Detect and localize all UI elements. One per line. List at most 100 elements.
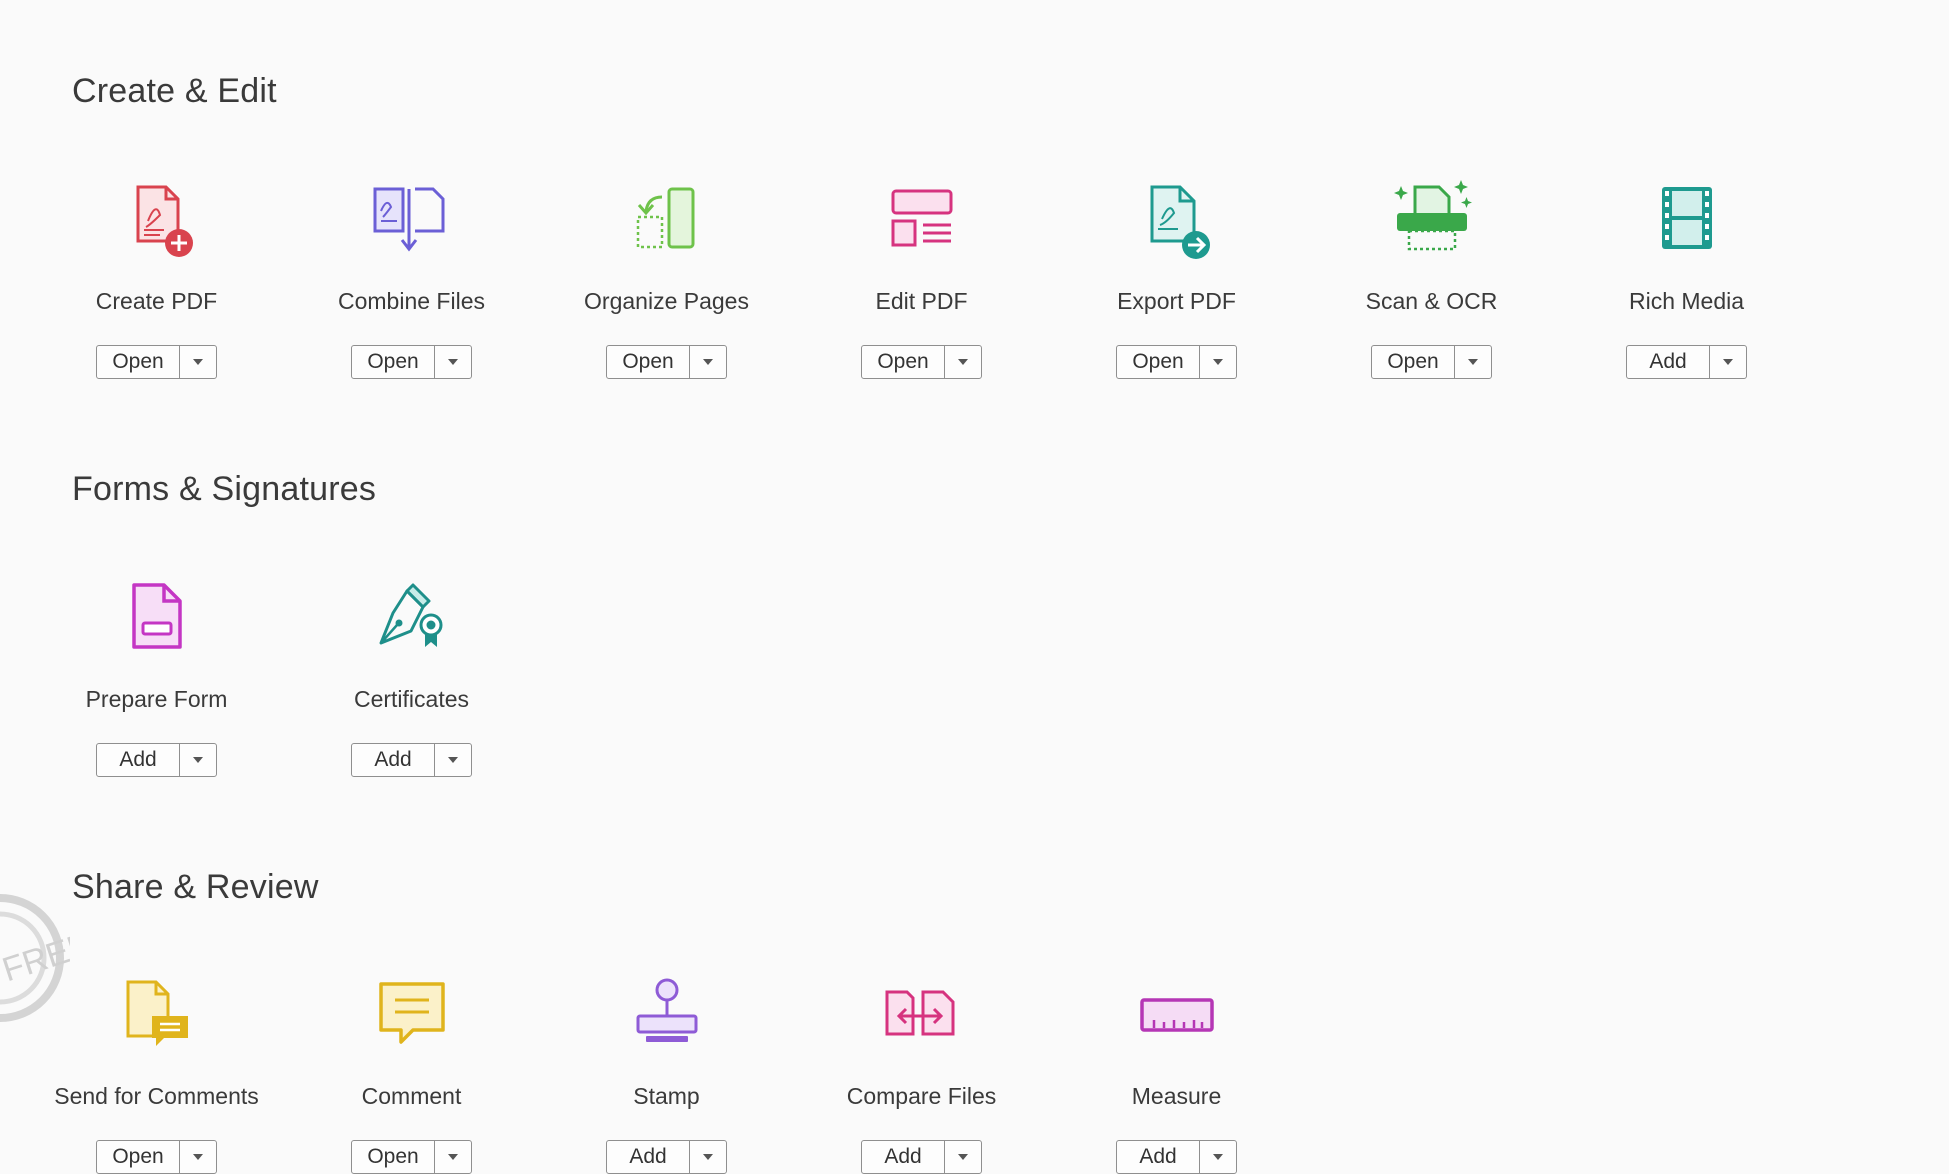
rich-media-icon[interactable] — [1642, 175, 1732, 265]
combine-files-open-button[interactable]: Open — [351, 345, 472, 379]
send-for-comments-open-button[interactable]: Open — [96, 1140, 217, 1174]
edit-pdf-dropdown-button[interactable] — [945, 346, 981, 378]
prepare-form-icon[interactable] — [112, 573, 202, 663]
comment-dropdown-button[interactable] — [435, 1141, 471, 1173]
stamp-add-label[interactable]: Add — [607, 1141, 690, 1173]
section-title-create-edit: Create & Edit — [72, 72, 277, 110]
comment-icon[interactable] — [367, 970, 457, 1060]
prepare-form-add-label[interactable]: Add — [97, 744, 180, 776]
chevron-down-icon — [1723, 359, 1733, 365]
tool-label-prepare-form: Prepare Form — [85, 686, 228, 712]
chevron-down-icon — [448, 359, 458, 365]
certificates-icon[interactable] — [367, 573, 457, 663]
tool-certificates[interactable]: Certificates Add — [284, 573, 539, 777]
measure-add-label[interactable]: Add — [1117, 1141, 1200, 1173]
create-pdf-open-button[interactable]: Open — [96, 345, 217, 379]
export-pdf-open-label[interactable]: Open — [1117, 346, 1200, 378]
tool-compare-files[interactable]: Compare Files Add — [794, 970, 1049, 1174]
prepare-form-add-button[interactable]: Add — [96, 743, 217, 777]
combine-files-icon[interactable] — [367, 175, 457, 265]
chevron-down-icon — [193, 1154, 203, 1160]
chevron-down-icon — [703, 359, 713, 365]
prepare-form-dropdown-button[interactable] — [180, 744, 216, 776]
watermark-stamp: FREE — [0, 894, 70, 1022]
scan-ocr-open-button[interactable]: Open — [1371, 345, 1492, 379]
tool-export-pdf[interactable]: Export PDF Open — [1049, 175, 1304, 379]
compare-files-icon[interactable] — [877, 970, 967, 1060]
tool-label-organize-pages: Organize Pages — [584, 288, 749, 314]
tool-label-stamp: Stamp — [633, 1083, 700, 1109]
tool-label-edit-pdf: Edit PDF — [875, 288, 968, 314]
stamp-icon[interactable] — [622, 970, 712, 1060]
create-pdf-open-label[interactable]: Open — [97, 346, 180, 378]
organize-pages-open-button[interactable]: Open — [606, 345, 727, 379]
measure-dropdown-button[interactable] — [1200, 1141, 1236, 1173]
scan-ocr-dropdown-button[interactable] — [1455, 346, 1491, 378]
scan-ocr-open-label[interactable]: Open — [1372, 346, 1455, 378]
tool-comment[interactable]: Comment Open — [284, 970, 539, 1174]
tool-measure[interactable]: Measure Add — [1049, 970, 1304, 1174]
chevron-down-icon — [448, 1154, 458, 1160]
edit-pdf-open-button[interactable]: Open — [861, 345, 982, 379]
certificates-add-label[interactable]: Add — [352, 744, 435, 776]
send-for-comments-open-label[interactable]: Open — [97, 1141, 180, 1173]
tool-label-rich-media: Rich Media — [1628, 288, 1745, 314]
section-title-forms-signatures: Forms & Signatures — [72, 470, 377, 508]
create-pdf-dropdown-button[interactable] — [180, 346, 216, 378]
combine-files-open-label[interactable]: Open — [352, 346, 435, 378]
chevron-down-icon — [958, 359, 968, 365]
stamp-add-button[interactable]: Add — [606, 1140, 727, 1174]
chevron-down-icon — [1213, 1154, 1223, 1160]
create-pdf-icon[interactable] — [112, 175, 202, 265]
rich-media-add-label[interactable]: Add — [1627, 346, 1710, 378]
tool-label-measure: Measure — [1131, 1083, 1222, 1109]
section-title-share-review: Share & Review — [72, 868, 319, 906]
chevron-down-icon — [1213, 359, 1223, 365]
organize-pages-open-label[interactable]: Open — [607, 346, 690, 378]
edit-pdf-open-label[interactable]: Open — [862, 346, 945, 378]
rich-media-dropdown-button[interactable] — [1710, 346, 1746, 378]
combine-files-dropdown-button[interactable] — [435, 346, 471, 378]
chevron-down-icon — [448, 757, 458, 763]
chevron-down-icon — [193, 359, 203, 365]
comment-open-label[interactable]: Open — [352, 1141, 435, 1173]
tool-prepare-form[interactable]: Prepare Form Add — [29, 573, 284, 777]
tool-combine-files[interactable]: Combine Files Open — [284, 175, 539, 379]
export-pdf-dropdown-button[interactable] — [1200, 346, 1236, 378]
stamp-dropdown-button[interactable] — [690, 1141, 726, 1173]
send-for-comments-icon[interactable] — [112, 970, 202, 1060]
compare-files-dropdown-button[interactable] — [945, 1141, 981, 1173]
tool-label-certificates: Certificates — [353, 686, 470, 712]
edit-pdf-icon[interactable] — [877, 175, 967, 265]
compare-files-add-button[interactable]: Add — [861, 1140, 982, 1174]
organize-pages-dropdown-button[interactable] — [690, 346, 726, 378]
chevron-down-icon — [1468, 359, 1478, 365]
chevron-down-icon — [958, 1154, 968, 1160]
compare-files-add-label[interactable]: Add — [862, 1141, 945, 1173]
tool-label-scan-ocr: Scan & OCR — [1365, 288, 1498, 314]
tool-create-pdf[interactable]: Create PDF Open — [29, 175, 284, 379]
tool-rich-media[interactable]: Rich Media Add — [1559, 175, 1814, 379]
rich-media-add-button[interactable]: Add — [1626, 345, 1747, 379]
scan-ocr-icon[interactable] — [1387, 175, 1477, 265]
measure-icon[interactable] — [1132, 970, 1222, 1060]
tool-label-create-pdf: Create PDF — [95, 288, 218, 314]
tool-scan-ocr[interactable]: Scan & OCR Open — [1304, 175, 1559, 379]
organize-pages-icon[interactable] — [622, 175, 712, 265]
measure-add-button[interactable]: Add — [1116, 1140, 1237, 1174]
tool-stamp[interactable]: Stamp Add — [539, 970, 794, 1174]
tool-organize-pages[interactable]: Organize Pages Open — [539, 175, 794, 379]
tool-label-combine-files: Combine Files — [338, 288, 485, 314]
tool-edit-pdf[interactable]: Edit PDF Open — [794, 175, 1049, 379]
comment-open-button[interactable]: Open — [351, 1140, 472, 1174]
export-pdf-icon[interactable] — [1132, 175, 1222, 265]
export-pdf-open-button[interactable]: Open — [1116, 345, 1237, 379]
chevron-down-icon — [193, 757, 203, 763]
certificates-dropdown-button[interactable] — [435, 744, 471, 776]
send-for-comments-dropdown-button[interactable] — [180, 1141, 216, 1173]
tool-label-send-for-comments: Send for Comments — [54, 1083, 259, 1109]
certificates-add-button[interactable]: Add — [351, 743, 472, 777]
tool-label-export-pdf: Export PDF — [1117, 288, 1236, 314]
tool-label-comment: Comment — [361, 1083, 462, 1109]
chevron-down-icon — [703, 1154, 713, 1160]
